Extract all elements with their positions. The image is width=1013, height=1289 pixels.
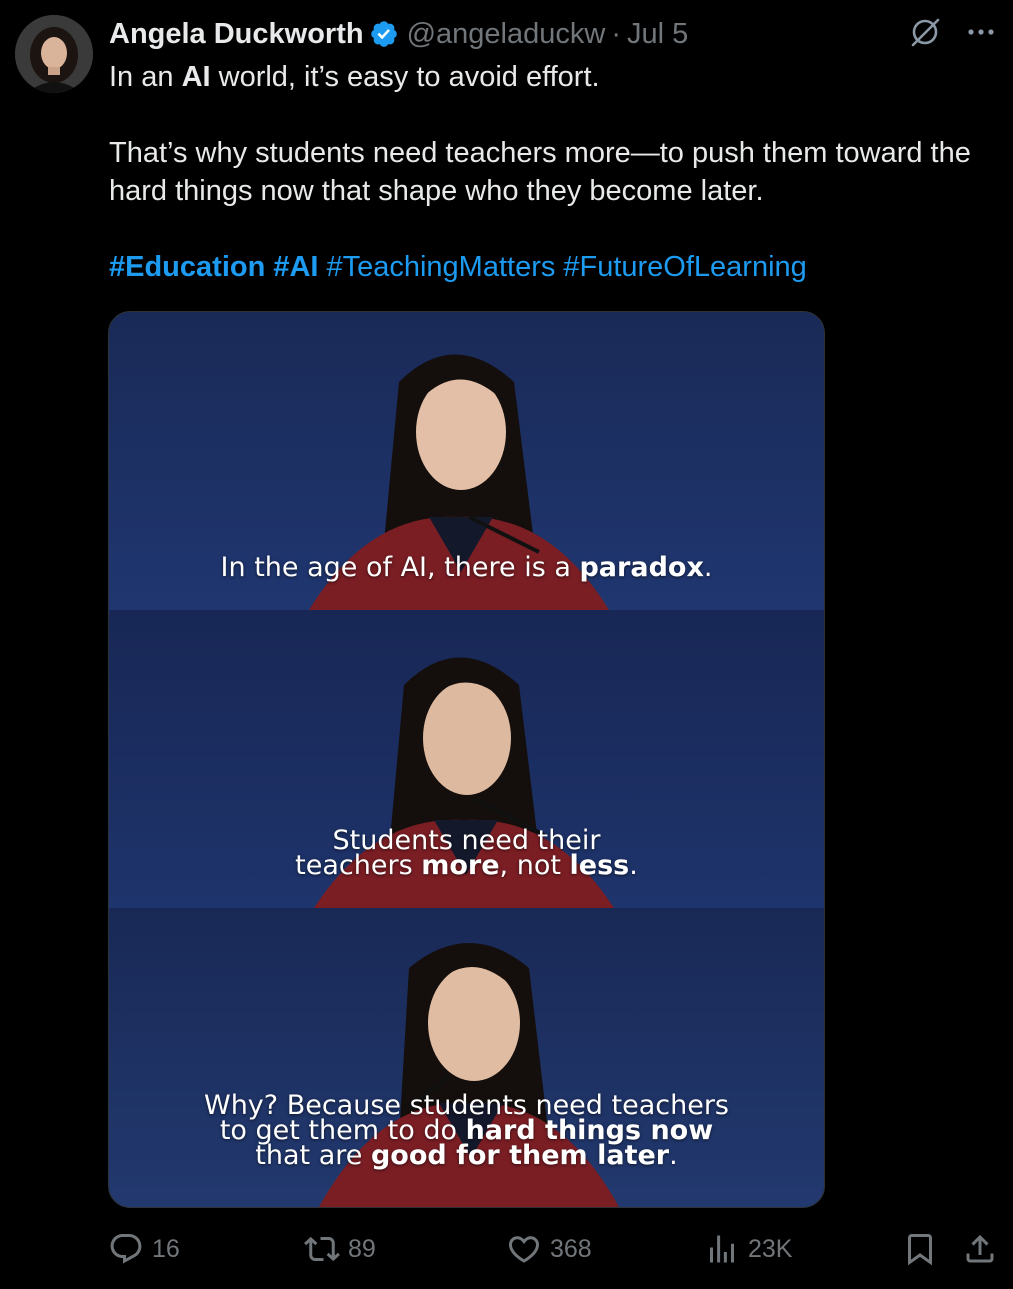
tweet-text: In an AI world, it’s easy to avoid effor… bbox=[109, 58, 989, 286]
like-button[interactable]: 368 bbox=[506, 1228, 592, 1270]
tweet-date[interactable]: Jul 5 bbox=[627, 18, 688, 51]
media-caption-1: In the age of AI, there is a paradox. bbox=[220, 552, 713, 583]
media-frame-1: In the age of AI, there is a paradox. bbox=[109, 312, 824, 610]
author-display-name[interactable]: Angela Duckworth bbox=[109, 18, 364, 51]
media-caption-3: Why? Because students need teachers to g… bbox=[204, 1090, 729, 1171]
verified-badge-icon bbox=[370, 21, 397, 47]
grok-icon[interactable] bbox=[907, 14, 943, 50]
tweet-text-line-1: In an AI world, it’s easy to avoid effor… bbox=[109, 61, 600, 93]
media-frame-3: Why? Because students need teachers to g… bbox=[109, 908, 824, 1207]
header-separator: · bbox=[611, 17, 621, 50]
reply-button[interactable]: 16 bbox=[108, 1228, 180, 1270]
like-count: 368 bbox=[550, 1234, 592, 1263]
share-icon bbox=[966, 1234, 994, 1263]
hashtag-future-of-learning[interactable]: #FutureOfLearning bbox=[563, 251, 806, 283]
author-handle[interactable]: @angeladuckw bbox=[407, 18, 606, 51]
like-icon bbox=[508, 1236, 540, 1263]
hashtag-teaching-matters[interactable]: #TeachingMatters bbox=[326, 251, 555, 283]
repost-button[interactable]: 89 bbox=[304, 1228, 376, 1270]
reply-count: 16 bbox=[152, 1234, 180, 1263]
tweet-text-line-2: That’s why students need teachers more—t… bbox=[109, 137, 971, 207]
repost-icon bbox=[304, 1236, 340, 1262]
tweet-top-actions bbox=[907, 14, 999, 50]
views-count: 23K bbox=[748, 1234, 793, 1263]
tweet-card[interactable]: Angela Duckworth @angeladuckw · Jul 5 In… bbox=[0, 0, 1013, 1289]
tweet-header: Angela Duckworth @angeladuckw · Jul 5 bbox=[109, 14, 688, 54]
bookmark-button[interactable] bbox=[902, 1228, 938, 1270]
media-frame-2: Students need their teachers more, not l… bbox=[109, 610, 824, 908]
views-icon bbox=[710, 1235, 734, 1263]
hashtag-ai[interactable]: #AI bbox=[273, 251, 318, 283]
hashtag-list: #Education #AI #TeachingMatters #FutureOfLe… bbox=[109, 248, 989, 286]
hashtag-education[interactable]: #Education bbox=[109, 251, 265, 283]
tweet-media-image[interactable]: In the age of AI, there is a paradox. St… bbox=[108, 311, 825, 1208]
bookmark-icon bbox=[908, 1234, 932, 1266]
views-button[interactable]: 23K bbox=[704, 1228, 792, 1270]
share-button[interactable] bbox=[962, 1228, 998, 1270]
reply-icon bbox=[110, 1234, 142, 1264]
author-avatar[interactable] bbox=[15, 15, 93, 93]
tweet-action-bar: 16 89 368 23K bbox=[108, 1228, 998, 1270]
repost-count: 89 bbox=[348, 1234, 376, 1263]
media-caption-2: Students need their teachers more, not l… bbox=[295, 825, 638, 881]
more-icon[interactable] bbox=[963, 14, 999, 50]
